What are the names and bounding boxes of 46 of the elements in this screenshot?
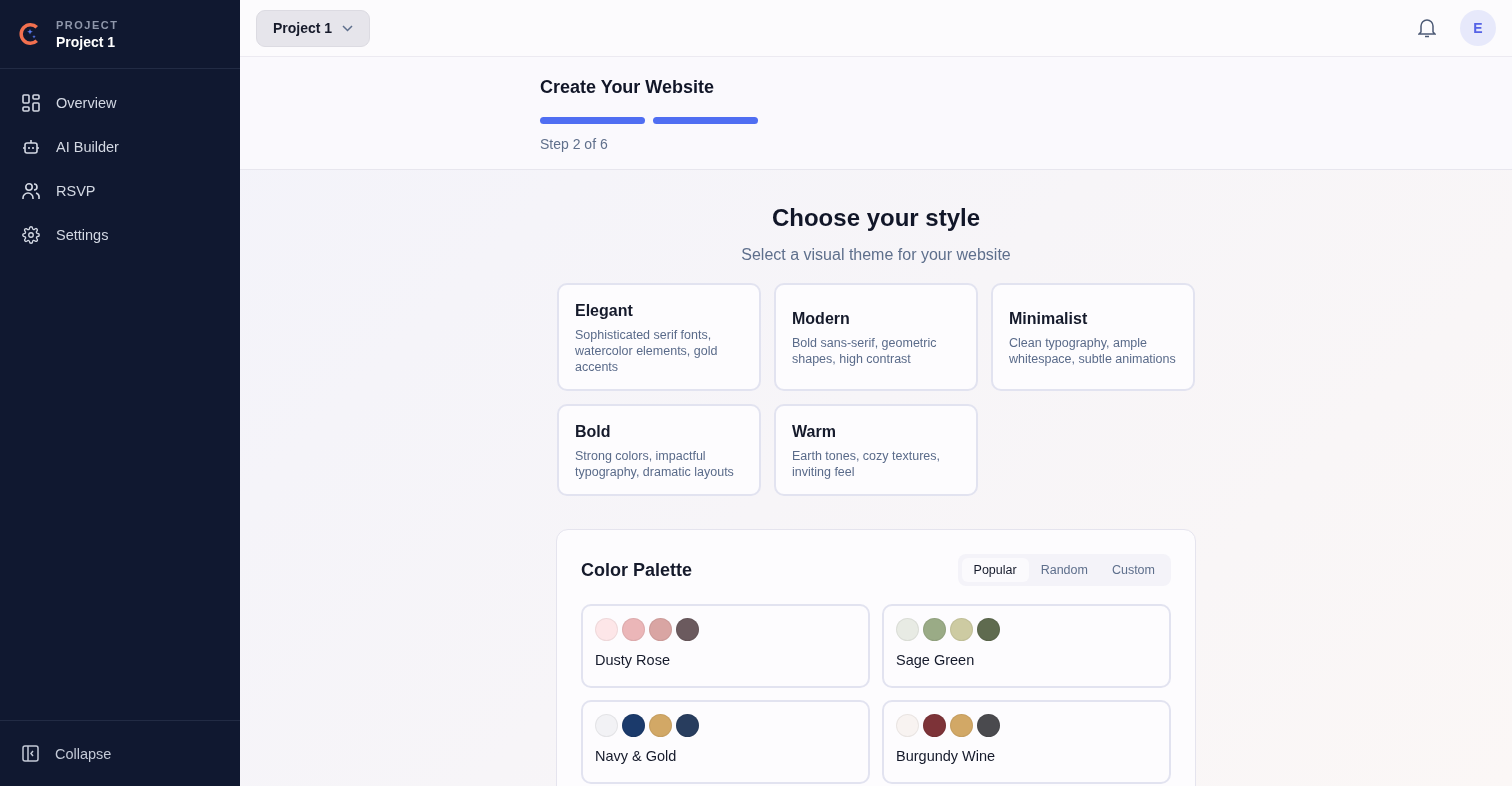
style-name: Warm — [792, 423, 837, 441]
notification-bell-icon[interactable] — [1418, 18, 1436, 38]
panel-title: Color Palette — [581, 559, 693, 581]
nav-item[interactable]: Settings — [12, 215, 228, 255]
project-name: Project 1 — [56, 33, 117, 50]
palette-card[interactable]: Burgundy Wine — [882, 700, 1171, 784]
section-title: Choose your style — [771, 204, 981, 232]
style-description: Clean typography, ample whitespace, subtle animations — [1009, 335, 1177, 367]
palette-name: Sage Green — [896, 652, 976, 668]
palette-name: Burgundy Wine — [896, 748, 997, 764]
grid-icon — [22, 94, 40, 112]
style-name: Bold — [575, 423, 612, 441]
palette-tab[interactable]: Random — [1028, 558, 1100, 582]
style-name: Modern — [792, 310, 851, 328]
style-description: Strong colors, impactful typography, dramatic layouts — [575, 448, 735, 480]
style-card[interactable]: Minimalist Clean typography, ample whitespace, subtle animations — [991, 283, 1195, 391]
users-icon — [22, 182, 40, 200]
style-description: Sophisticated serif fonts, watercolor elements, gold accents — [575, 327, 719, 375]
style-description: Earth tones, cozy textures, inviting feel — [792, 448, 941, 480]
chevron-down-icon — [342, 24, 354, 32]
style-name: Minimalist — [1009, 310, 1089, 328]
collapse-icon — [22, 745, 39, 762]
palette-tab[interactable]: Custom — [1099, 558, 1167, 582]
palette-name: Navy & Gold — [595, 748, 678, 764]
style-card[interactable]: Warm Earth tones, cozy textures, inviting feel — [774, 404, 978, 496]
section-subtitle: Select a visual theme for your website — [741, 246, 1011, 264]
step-indicator: Step 2 of 6 — [540, 136, 609, 152]
user-avatar[interactable]: E — [1460, 10, 1496, 46]
project-dropdown[interactable]: Project 1 — [256, 9, 371, 47]
palette-card[interactable]: Sage Green — [882, 604, 1171, 688]
settings-icon — [22, 226, 40, 244]
wizard-title: Create Your Website — [540, 77, 716, 98]
nav-item[interactable]: RSVP — [12, 171, 228, 211]
nav-item[interactable]: AI Builder — [12, 127, 228, 167]
style-card[interactable]: Elegant Sophisticated serif fonts, watercolor elements, gold accents — [557, 283, 761, 391]
style-card[interactable]: Modern Bold sans-serif, geometric shapes, high contrast — [774, 283, 978, 391]
palette-card[interactable]: Dusty Rose — [581, 604, 870, 688]
palette-tab[interactable]: Popular — [961, 558, 1029, 582]
style-description: Bold sans-serif, geometric shapes, high contrast — [792, 335, 938, 367]
style-card[interactable]: Bold Strong colors, impactful typography, dramatic layouts — [557, 404, 761, 496]
palette-name: Dusty Rose — [595, 652, 671, 668]
palette-card[interactable]: Navy & Gold — [581, 700, 870, 784]
project-label: PROJECT — [56, 18, 119, 31]
style-name: Elegant — [575, 302, 634, 320]
robot-icon — [22, 138, 40, 156]
nav-item[interactable]: Overview — [12, 83, 228, 123]
